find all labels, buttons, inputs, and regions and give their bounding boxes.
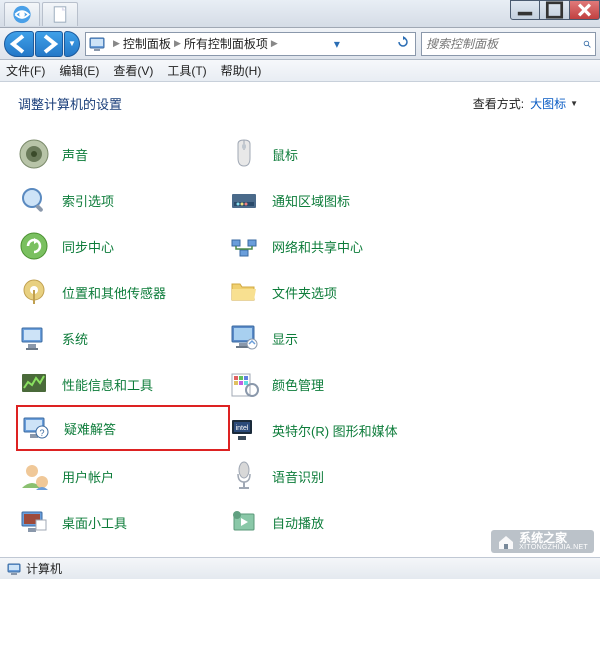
breadcrumb-part-2[interactable]: 所有控制面板项	[184, 35, 268, 52]
menu-view[interactable]: 查看(V)	[113, 62, 153, 79]
chevron-right-icon: ▶	[174, 38, 181, 49]
maximize-button[interactable]	[540, 0, 570, 20]
close-icon	[570, 1, 599, 19]
back-button[interactable]	[4, 31, 34, 57]
minimize-button[interactable]	[510, 0, 540, 20]
breadcrumb-part-1[interactable]: 控制面板	[123, 35, 171, 52]
tab-ie[interactable]	[4, 2, 40, 26]
close-button[interactable]	[570, 0, 600, 20]
menu-tools[interactable]: 工具(T)	[167, 62, 206, 79]
search-box[interactable]	[421, 32, 596, 56]
refresh-icon[interactable]	[397, 36, 409, 51]
search-input[interactable]	[426, 37, 583, 51]
menu-file[interactable]: 文件(F)	[6, 62, 45, 79]
forward-button[interactable]	[35, 31, 63, 57]
chevron-right-icon: ▶	[271, 38, 278, 49]
history-dropdown[interactable]: ▼	[64, 31, 80, 57]
arrow-right-icon	[36, 32, 62, 56]
titlebar	[0, 0, 600, 28]
control-panel-icon	[88, 35, 106, 53]
search-icon[interactable]	[583, 37, 591, 51]
breadcrumb[interactable]: ▶ 控制面板 ▶ 所有控制面板项 ▶ ▾	[85, 32, 416, 56]
tab-group	[4, 2, 78, 26]
dropdown-icon[interactable]: ▾	[334, 37, 340, 51]
ie-icon	[5, 3, 39, 26]
menu-bar: 文件(F) 编辑(E) 查看(V) 工具(T) 帮助(H)	[0, 60, 600, 82]
tab-blank[interactable]	[42, 2, 78, 26]
chevron-right-icon: ▶	[113, 38, 120, 49]
window-controls	[510, 0, 600, 20]
maximize-icon	[540, 1, 569, 19]
menu-edit[interactable]: 编辑(E)	[59, 62, 99, 79]
menu-help[interactable]: 帮助(H)	[221, 62, 262, 79]
navigation-bar: ▼ ▶ 控制面板 ▶ 所有控制面板项 ▶ ▾	[0, 28, 600, 60]
minimize-icon	[511, 1, 539, 19]
arrow-left-icon	[5, 32, 33, 56]
page-icon	[43, 3, 77, 26]
